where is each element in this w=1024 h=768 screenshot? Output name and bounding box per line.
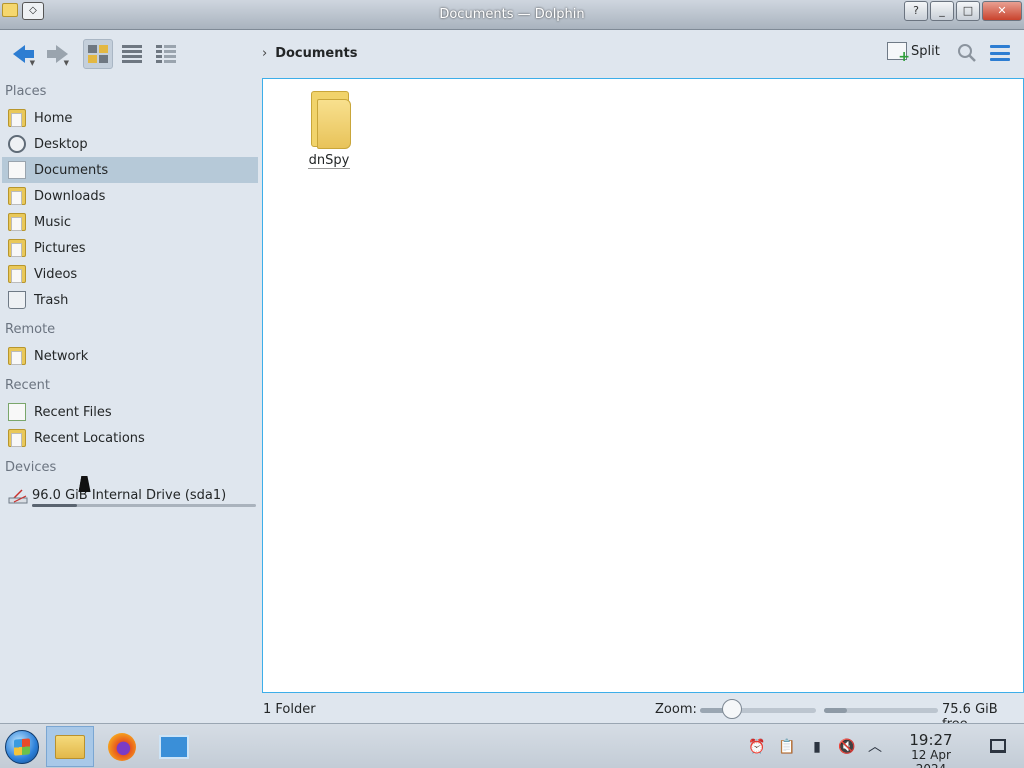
window-title: Documents — Dolphin [439, 7, 585, 22]
sidebar-item-label: Desktop [34, 136, 88, 152]
sidebar-item-internal-drive[interactable]: 96.0 GiB Internal Drive (sda1) [2, 482, 258, 514]
file-manager-icon [55, 734, 85, 759]
maximize-button[interactable]: □ [956, 1, 980, 21]
split-button[interactable]: Split [887, 42, 940, 65]
breadcrumb-current[interactable]: Documents [275, 46, 357, 61]
recent-files-icon [8, 403, 26, 421]
sidebar-item-music[interactable]: Music [2, 209, 258, 235]
show-desktop-icon[interactable] [990, 739, 1006, 753]
sidebar-item-desktop[interactable]: Desktop [2, 131, 258, 157]
free-space-bar [824, 708, 938, 713]
sidebar-item-recent-files[interactable]: Recent Files [2, 399, 258, 425]
network-folder-icon [8, 347, 26, 365]
videos-folder-icon [8, 265, 26, 283]
sidebar-item-label: Recent Locations [34, 430, 145, 446]
sidebar-item-label: Music [34, 214, 71, 230]
trash-icon [8, 291, 26, 309]
firefox-icon [108, 732, 136, 761]
window-controls: ? _ □ ✕ [904, 1, 1022, 21]
search-button[interactable] [956, 42, 978, 64]
sidebar-item-documents[interactable]: Documents [2, 157, 258, 183]
drive-label: 96.0 GiB Internal Drive (sda1) [32, 488, 227, 503]
places-header: Places [5, 84, 47, 99]
title-bar[interactable]: ◇ Documents — Dolphin ? _ □ ✕ [0, 0, 1024, 30]
sidebar-item-videos[interactable]: Videos [2, 261, 258, 287]
sidebar-item-network[interactable]: Network [2, 343, 258, 369]
sidebar-item-label: Network [34, 348, 89, 364]
icons-view-icon [88, 45, 108, 63]
volume-muted-icon[interactable]: 🔇 [838, 738, 856, 756]
back-button[interactable]: ▼ [8, 39, 38, 69]
sidebar-item-label: Recent Files [34, 404, 112, 420]
compact-view-button[interactable] [117, 39, 147, 69]
toolbar: ▼ ▼ [0, 30, 1024, 78]
clipboard-icon[interactable]: 📋 [778, 738, 796, 756]
system-monitor-icon [159, 734, 189, 759]
zoom-slider-handle[interactable] [722, 699, 743, 719]
remote-header: Remote [5, 322, 56, 337]
sidebar-item-label: Downloads [34, 188, 106, 204]
documents-icon [8, 161, 26, 179]
folder-item[interactable]: dnSpy [301, 87, 357, 169]
music-folder-icon [8, 213, 26, 231]
taskbar-firefox[interactable] [98, 726, 146, 767]
file-view[interactable]: dnSpy [262, 78, 1024, 693]
sidebar-item-label: Trash [34, 292, 69, 308]
recent-locations-icon [8, 429, 26, 447]
split-view-icon [887, 42, 910, 65]
places-panel: Places Home Desktop Documents Downloads … [0, 78, 262, 723]
search-icon [958, 44, 976, 62]
sidebar-item-recent-locations[interactable]: Recent Locations [2, 425, 258, 451]
recent-header: Recent [5, 378, 50, 393]
clock[interactable]: 19:27 12 Apr 2024 [895, 732, 967, 768]
taskbar-system-monitor[interactable] [150, 726, 198, 767]
breadcrumb-separator[interactable]: › [262, 46, 267, 61]
zoom-label: Zoom: [655, 702, 697, 717]
drive-usage-bar [32, 504, 256, 507]
desktop-icon [8, 135, 26, 153]
status-bar: 1 Folder Zoom: 75.6 GiB free [0, 695, 1024, 732]
sidebar-item-home[interactable]: Home [2, 105, 258, 131]
minimize-button[interactable]: _ [930, 1, 954, 21]
pictures-folder-icon [8, 239, 26, 257]
details-view-button[interactable] [151, 39, 181, 69]
status-summary: 1 Folder [263, 702, 316, 717]
sidebar-item-label: Pictures [34, 240, 86, 256]
sidebar-item-trash[interactable]: Trash [2, 287, 258, 313]
home-folder-icon [8, 109, 26, 127]
sidebar-item-label: Videos [34, 266, 78, 282]
folder-name: dnSpy [307, 153, 351, 169]
start-menu-button[interactable] [5, 730, 39, 764]
forward-button[interactable]: ▼ [42, 39, 72, 69]
folder-icon [307, 87, 351, 149]
downloads-folder-icon [8, 187, 26, 205]
taskbar-file-manager[interactable] [46, 726, 94, 767]
breadcrumb: › Documents [262, 46, 357, 61]
devices-header: Devices [5, 460, 57, 475]
icons-view-button[interactable] [83, 39, 113, 69]
sidebar-item-pictures[interactable]: Pictures [2, 235, 258, 261]
sidebar-item-label: Documents [34, 162, 109, 178]
battery-icon[interactable]: ▮ [808, 738, 826, 756]
close-button[interactable]: ✕ [982, 1, 1022, 21]
compact-view-icon [122, 45, 142, 63]
help-button[interactable]: ? [904, 1, 928, 21]
zoom-slider-track[interactable] [700, 708, 816, 713]
details-view-icon [156, 45, 176, 63]
hard-drive-icon [8, 489, 28, 504]
taskbar: ⏰ 📋 ▮ 🔇 ︿ 19:27 12 Apr 2024 [0, 723, 1024, 768]
notifications-icon[interactable]: ⏰ [748, 738, 766, 756]
clock-date: 12 Apr 2024 [911, 748, 951, 768]
hamburger-menu-icon[interactable] [990, 45, 1010, 61]
sidebar-item-label: Home [34, 110, 73, 126]
clock-time: 19:27 [909, 731, 953, 749]
sidebar-item-downloads[interactable]: Downloads [2, 183, 258, 209]
split-button-label: Split [911, 43, 940, 59]
expand-tray-icon[interactable]: ︿ [866, 738, 884, 756]
